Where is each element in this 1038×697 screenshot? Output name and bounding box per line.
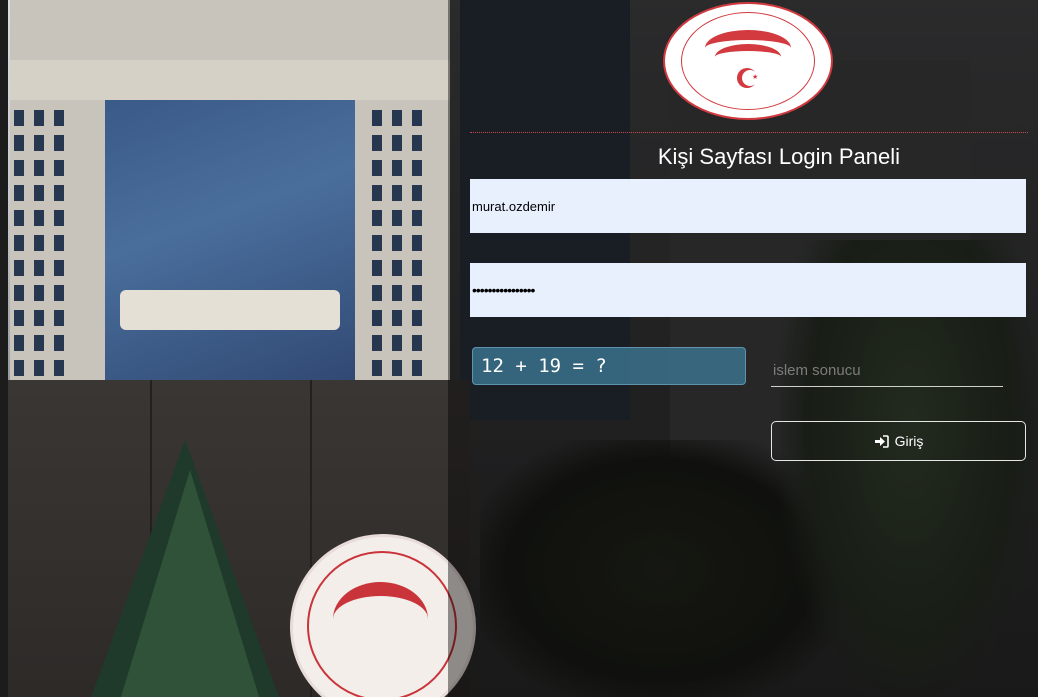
building-window <box>372 310 382 326</box>
building-window <box>14 335 24 351</box>
building-window <box>34 185 44 201</box>
building-window <box>34 160 44 176</box>
building-window <box>14 285 24 301</box>
building-window <box>412 285 422 301</box>
building-window <box>54 360 64 376</box>
building-window <box>412 310 422 326</box>
building-window <box>14 260 24 276</box>
building-window <box>54 285 64 301</box>
login-button-label: Giriş <box>894 433 924 449</box>
building-window <box>14 185 24 201</box>
building-window <box>34 235 44 251</box>
building-window <box>392 160 402 176</box>
captcha-display: 12 + 19 = ? <box>472 347 746 385</box>
building-window <box>34 285 44 301</box>
building-window <box>54 110 64 126</box>
building-window <box>412 235 422 251</box>
building-window <box>14 110 24 126</box>
building-window <box>14 235 24 251</box>
building-window <box>412 160 422 176</box>
building-window <box>372 260 382 276</box>
building-window <box>54 310 64 326</box>
username-field[interactable] <box>470 179 1026 233</box>
building-window <box>392 235 402 251</box>
building-window <box>14 360 24 376</box>
building-window <box>14 135 24 151</box>
ministry-building <box>10 0 450 430</box>
building-window <box>372 135 382 151</box>
building-window <box>14 210 24 226</box>
building-window <box>392 335 402 351</box>
building-window <box>54 210 64 226</box>
building-window <box>34 310 44 326</box>
building-window <box>412 135 422 151</box>
building-window <box>412 110 422 126</box>
building-window <box>372 185 382 201</box>
building-window <box>14 310 24 326</box>
ministry-seal-icon: ★ <box>663 2 833 120</box>
building-window <box>392 360 402 376</box>
building-window <box>412 260 422 276</box>
building-window <box>372 235 382 251</box>
building-window <box>392 310 402 326</box>
building-window <box>392 135 402 151</box>
sign-in-icon <box>874 434 889 448</box>
page-title: Kişi Sayfası Login Paneli <box>657 144 900 169</box>
divider <box>470 132 1028 134</box>
login-button[interactable]: Giriş <box>771 421 1026 461</box>
captcha-result-input[interactable] <box>771 355 1003 387</box>
building-window <box>392 185 402 201</box>
building-window <box>14 160 24 176</box>
building-window <box>54 135 64 151</box>
building-window <box>34 360 44 376</box>
building-window <box>412 335 422 351</box>
building-window <box>372 335 382 351</box>
building-window <box>392 260 402 276</box>
password-field[interactable] <box>470 263 1026 317</box>
building-window <box>372 160 382 176</box>
building-window <box>412 360 422 376</box>
building-window <box>34 335 44 351</box>
building-window <box>54 185 64 201</box>
building-window <box>34 110 44 126</box>
building-window <box>54 335 64 351</box>
building-window <box>372 210 382 226</box>
building-window <box>412 185 422 201</box>
building-window <box>392 285 402 301</box>
building-window <box>372 110 382 126</box>
building-window <box>54 260 64 276</box>
building-window <box>34 135 44 151</box>
building-window <box>54 160 64 176</box>
building-window <box>412 210 422 226</box>
building-window <box>372 285 382 301</box>
building-window <box>372 360 382 376</box>
building-window <box>54 235 64 251</box>
building-window <box>34 260 44 276</box>
building-window <box>34 210 44 226</box>
building-window <box>392 210 402 226</box>
building-window <box>392 110 402 126</box>
